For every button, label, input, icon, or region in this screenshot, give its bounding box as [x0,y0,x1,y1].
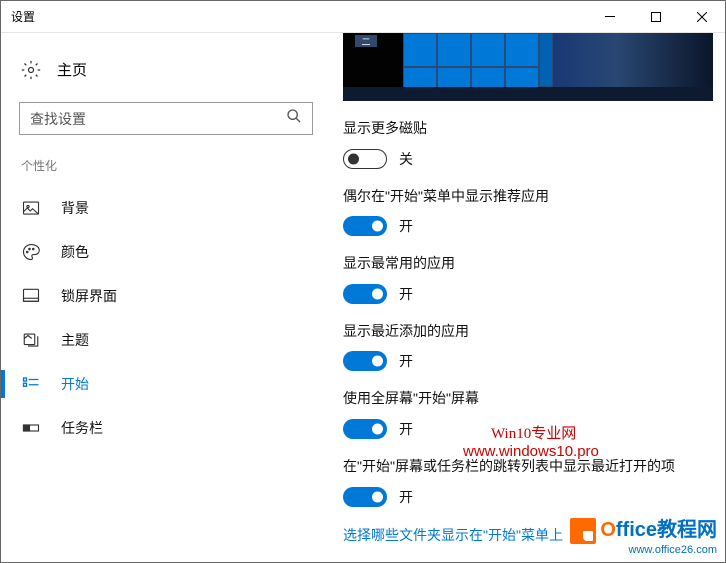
toggle-state-text: 开 [399,419,413,439]
titlebar: 设置 [1,1,725,33]
home-label: 主页 [57,59,87,80]
sidebar-item-label: 背景 [61,198,89,218]
toggle-state-text: 开 [399,487,413,507]
gear-icon [21,60,41,80]
search-input[interactable] [30,111,286,127]
toggle-most-used[interactable] [343,284,387,304]
toggle-suggestions[interactable] [343,216,387,236]
start-preview: 二 [343,33,713,101]
close-button[interactable] [679,1,725,33]
sidebar-item-label: 锁屏界面 [61,286,117,306]
toggle-recently-added[interactable] [343,351,387,371]
taskbar-icon [21,418,41,438]
toggle-state-text: 开 [399,216,413,236]
toggle-more-tiles[interactable] [343,149,387,169]
setting-fullscreen: 使用全屏幕"开始"屏幕 开 [343,389,695,439]
toggle-jumplist[interactable] [343,487,387,507]
window-title: 设置 [1,8,35,25]
palette-icon [21,242,41,262]
sidebar-item-themes[interactable]: 主题 [19,318,325,362]
setting-more-tiles: 显示更多磁贴 关 [343,119,695,169]
sidebar-item-lockscreen[interactable]: 锁屏界面 [19,274,325,318]
toggle-state-text: 开 [399,351,413,371]
minimize-button[interactable] [587,1,633,33]
start-icon [21,374,41,394]
maximize-button[interactable] [633,1,679,33]
setting-label: 显示最常用的应用 [343,254,695,274]
setting-label: 显示更多磁贴 [343,119,695,139]
toggle-state-text: 关 [399,149,413,169]
setting-most-used: 显示最常用的应用 开 [343,254,695,304]
setting-label: 使用全屏幕"开始"屏幕 [343,389,695,409]
folders-link[interactable]: 选择哪些文件夹显示在"开始"菜单上 [343,525,695,545]
picture-icon [21,198,41,218]
search-box[interactable] [19,102,313,135]
sidebar: 主页 个性化 背景 颜色 锁 [1,33,343,562]
content-area: 二 显示更多磁贴 关 偶尔在"开始"菜单中显示推荐应用 开 [343,33,725,562]
sidebar-item-label: 主题 [61,330,89,350]
setting-label: 在"开始"屏幕或任务栏的跳转列表中显示最近打开的项 [343,457,695,477]
window-controls [587,1,725,33]
theme-icon [21,330,41,350]
setting-label: 显示最近添加的应用 [343,322,695,342]
sidebar-item-start[interactable]: 开始 [19,362,325,406]
sidebar-item-taskbar[interactable]: 任务栏 [19,406,325,450]
search-icon [286,108,302,129]
lockscreen-icon [21,286,41,306]
toggle-fullscreen[interactable] [343,419,387,439]
toggle-state-text: 开 [399,284,413,304]
sidebar-item-background[interactable]: 背景 [19,186,325,230]
setting-suggestions: 偶尔在"开始"菜单中显示推荐应用 开 [343,187,695,237]
setting-label: 偶尔在"开始"菜单中显示推荐应用 [343,187,695,207]
sidebar-item-colors[interactable]: 颜色 [19,230,325,274]
sidebar-item-label: 任务栏 [61,418,103,438]
setting-jumplist: 在"开始"屏幕或任务栏的跳转列表中显示最近打开的项 开 [343,457,695,507]
section-label: 个性化 [19,157,325,174]
sidebar-item-label: 开始 [61,374,89,394]
setting-recently-added: 显示最近添加的应用 开 [343,322,695,372]
home-link[interactable]: 主页 [19,53,325,86]
sidebar-item-label: 颜色 [61,242,89,262]
